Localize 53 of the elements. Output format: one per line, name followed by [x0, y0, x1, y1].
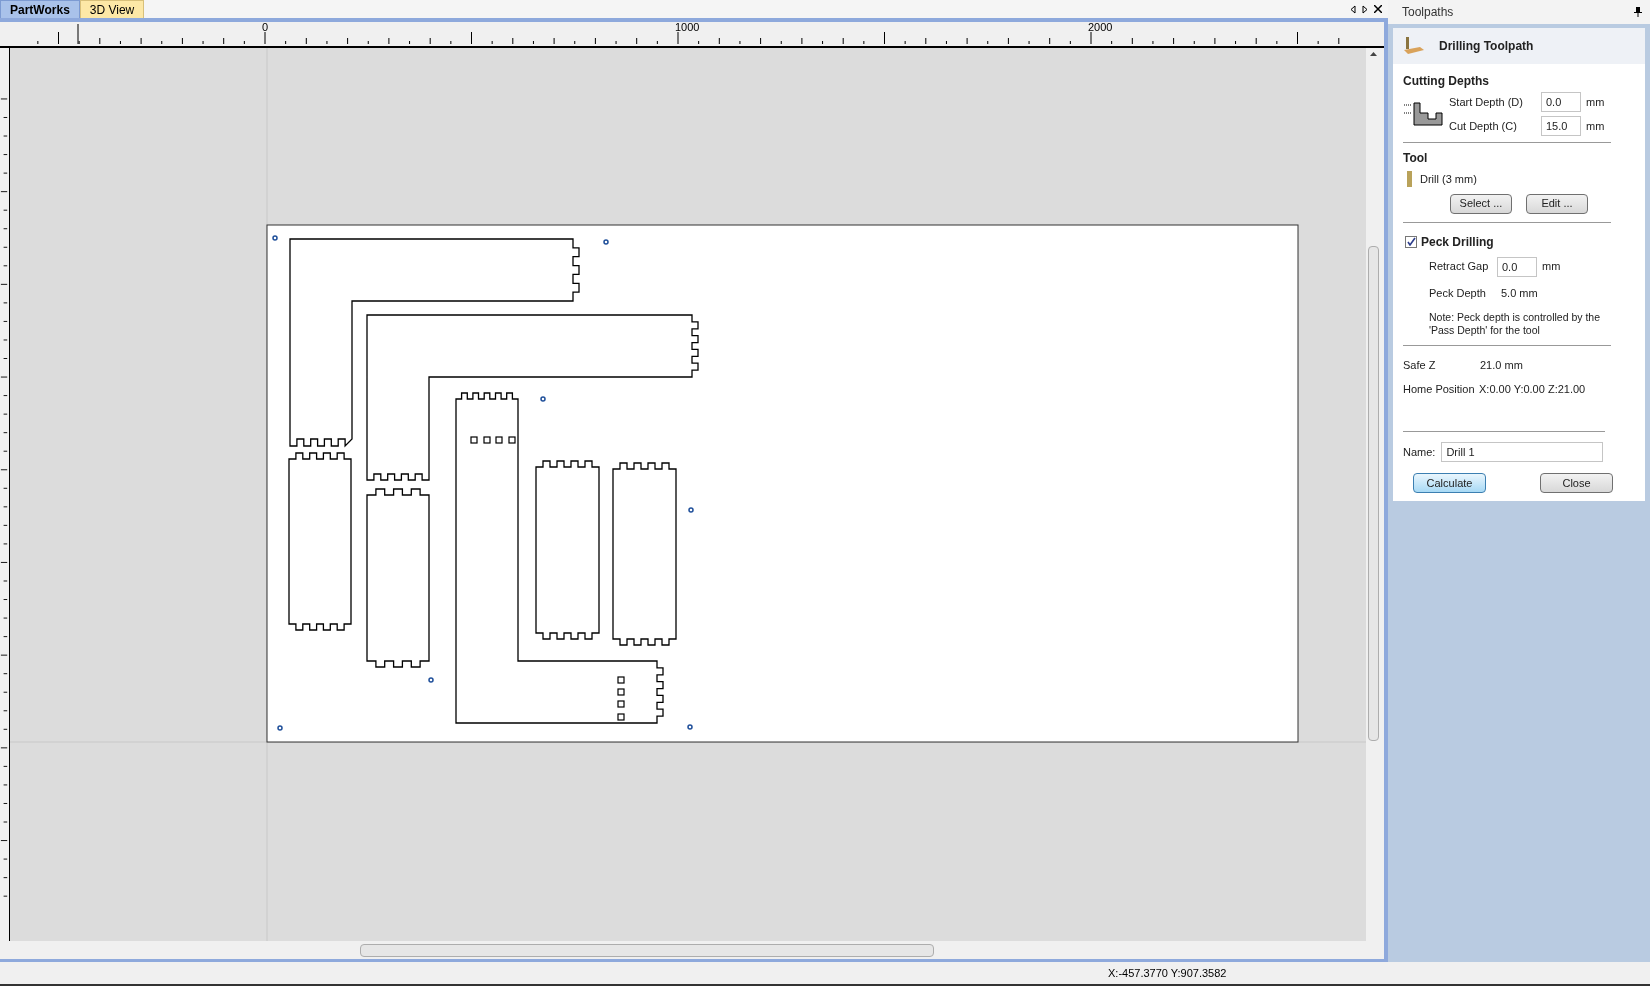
info-label: Home Position: [1403, 381, 1476, 397]
ruler-label: 0: [262, 22, 269, 33]
field-label: Start Depth (D): [1449, 94, 1524, 110]
info-value: X:0.00 Y:0.00 Z:21.00: [1479, 381, 1586, 397]
view-tab[interactable]: PartWorks: [0, 0, 80, 18]
ruler-label: 2000: [1088, 22, 1113, 33]
drill-point: [428, 677, 434, 683]
pin-icon[interactable]: [1634, 7, 1642, 17]
scroll-left-icon[interactable]: [1350, 4, 1356, 14]
dialog-button[interactable]: Calculate: [1413, 473, 1486, 493]
tool-icon: [1407, 171, 1412, 188]
drill-icon: [1403, 37, 1425, 55]
depth-diagram-icon: [1403, 101, 1443, 127]
drill-point: [277, 725, 283, 731]
note-text: Note: Peck depth is controlled by the 'Pass Depth' for the tool: [1429, 311, 1601, 337]
depth-input[interactable]: 0.0: [1541, 92, 1581, 112]
field-label: Cut Depth (C): [1449, 118, 1518, 134]
scroll-right-icon[interactable]: [1362, 4, 1368, 14]
unit-label: mm: [1542, 259, 1561, 275]
dialog-button[interactable]: Close: [1540, 473, 1613, 493]
scroll-thumb[interactable]: [360, 943, 934, 957]
dialog-button[interactable]: Edit ...: [1526, 193, 1588, 214]
info-label: Safe Z: [1403, 358, 1437, 373]
field-label: Name:: [1403, 444, 1436, 460]
depth-input[interactable]: 15.0: [1541, 116, 1581, 136]
dialog-button[interactable]: Select ...: [1450, 193, 1512, 214]
field-label: Peck Depth: [1429, 285, 1487, 301]
info-value: 21.0 mm: [1480, 358, 1523, 373]
unit-label: mm: [1586, 94, 1605, 110]
check-icon: [1406, 237, 1416, 246]
view-tab[interactable]: 3D View: [79, 0, 145, 18]
drill-point: [272, 235, 278, 241]
drill-point: [540, 396, 546, 402]
tool-name: Drill (3 mm): [1420, 172, 1477, 187]
unit-label: mm: [1586, 118, 1605, 134]
drill-point: [688, 507, 694, 513]
cursor-coordinates: X:-457.3770 Y:907.3582: [1108, 965, 1227, 981]
retract-input[interactable]: 0.0: [1497, 256, 1537, 277]
ruler-label: 1000: [675, 22, 700, 33]
section-title: Tool: [1403, 150, 1429, 167]
field-label: Retract Gap: [1429, 259, 1490, 275]
field-value: 5.0 mm: [1501, 285, 1538, 301]
peck-checkbox[interactable]: [1405, 235, 1417, 248]
scroll-thumb[interactable]: [1367, 246, 1379, 741]
checkbox-label: Peck Drilling: [1421, 233, 1494, 251]
panel-heading: Drilling Toolpath: [1439, 38, 1534, 55]
panel-title: Toolpaths: [1402, 4, 1454, 21]
section-title: Cutting Depths: [1403, 73, 1490, 90]
close-icon[interactable]: [1374, 5, 1382, 13]
drill-point: [687, 724, 693, 730]
scroll-up-arrow-icon[interactable]: [1369, 52, 1377, 56]
name-input[interactable]: Drill 1: [1441, 442, 1604, 462]
drill-point: [603, 239, 609, 245]
